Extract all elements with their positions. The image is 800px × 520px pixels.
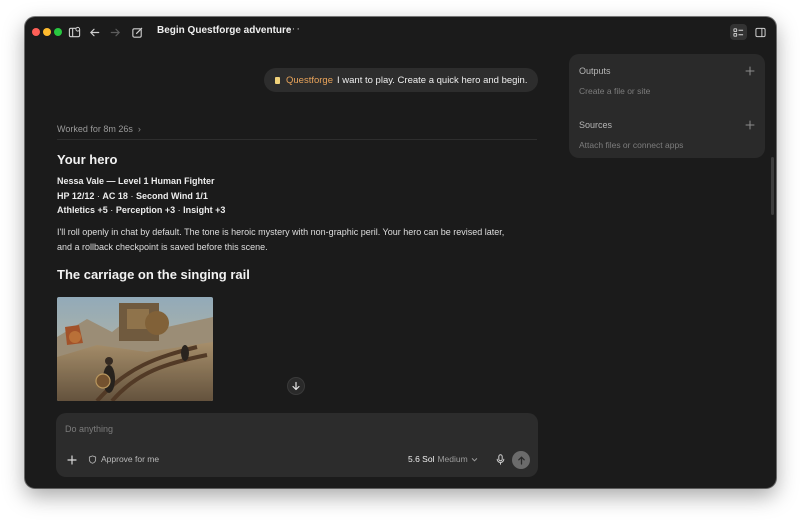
sources-heading: Sources bbox=[579, 120, 613, 130]
approval-mode-button[interactable]: Approve for me bbox=[88, 454, 159, 464]
add-attachment-button[interactable] bbox=[66, 454, 78, 466]
arrow-up-icon bbox=[517, 456, 525, 465]
approval-mode-label: Approve for me bbox=[101, 454, 160, 464]
worked-duration-label: Worked for 8m 26s bbox=[57, 124, 133, 134]
chevron-down-icon bbox=[471, 457, 477, 461]
zoom-window-button[interactable] bbox=[54, 28, 62, 36]
rules-paragraph-line: I'll roll openly in chat by default. The… bbox=[57, 227, 505, 237]
microphone-button[interactable] bbox=[494, 453, 506, 466]
panel-toggle-icon[interactable] bbox=[752, 24, 769, 40]
shield-icon bbox=[88, 454, 97, 464]
forward-arrow-icon[interactable] bbox=[108, 25, 122, 39]
rules-paragraph-line: and a rollback checkpoint is saved befor… bbox=[57, 242, 268, 252]
rules-paragraph: I'll roll openly in chat by default. The… bbox=[57, 225, 543, 255]
plus-icon bbox=[67, 455, 77, 465]
hero-summary: Nessa Vale — Level 1 Human Fighter bbox=[57, 176, 215, 186]
outputs-heading: Outputs bbox=[579, 66, 611, 76]
hero-perception: Perception +3 bbox=[115, 205, 176, 215]
hero-ac: AC 18 bbox=[102, 191, 128, 201]
add-source-button[interactable] bbox=[745, 120, 755, 130]
hero-insight: Insight +3 bbox=[183, 205, 226, 215]
hero-heading: Your hero bbox=[57, 152, 118, 167]
plus-icon bbox=[745, 120, 755, 130]
close-window-button[interactable] bbox=[32, 28, 40, 36]
window-title: Begin Questforge adventure bbox=[157, 25, 292, 36]
outputs-hint[interactable]: Create a file or site bbox=[579, 86, 650, 96]
user-message-bubble: Questforge I want to play. Create a quic… bbox=[264, 68, 538, 92]
separator: · bbox=[110, 205, 114, 215]
app-window: Begin Questforge adventure ··· Questforg… bbox=[25, 17, 776, 488]
user-message-text: I want to play. Create a quick hero and … bbox=[337, 74, 528, 86]
hero-stats-line: HP 12/12 · AC 18 · Second Wind 1/1 bbox=[57, 191, 208, 201]
hero-hp: HP 12/12 bbox=[57, 191, 95, 201]
prompt-input[interactable] bbox=[65, 421, 525, 437]
title-bar: Begin Questforge adventure ··· bbox=[25, 17, 776, 47]
scroll-to-bottom-button[interactable] bbox=[287, 377, 305, 395]
model-name: 5.6 Sol bbox=[408, 454, 435, 464]
vertical-scrollbar[interactable] bbox=[771, 157, 774, 215]
divider bbox=[57, 139, 537, 140]
microphone-icon bbox=[496, 454, 504, 465]
model-effort: Medium bbox=[437, 454, 468, 464]
more-options-button[interactable]: ··· bbox=[287, 23, 301, 35]
arrow-down-icon bbox=[292, 381, 300, 391]
separator: · bbox=[130, 191, 134, 201]
send-button[interactable] bbox=[512, 451, 530, 469]
hero-second-wind: Second Wind 1/1 bbox=[135, 191, 208, 201]
worked-duration-toggle[interactable]: Worked for 8m 26s › bbox=[57, 124, 141, 134]
chevron-right-icon: › bbox=[137, 124, 141, 134]
app-tag[interactable]: Questforge bbox=[286, 75, 333, 86]
list-view-icon[interactable] bbox=[730, 24, 747, 40]
plus-icon bbox=[745, 66, 755, 76]
hero-skills-line: Athletics +5 · Perception +3 · Insight +… bbox=[57, 205, 225, 215]
hero-athletics: Athletics +5 bbox=[57, 205, 108, 215]
sidebar-toggle-icon[interactable] bbox=[67, 25, 81, 39]
hero-name-class: Nessa Vale — Level 1 Human Fighter bbox=[57, 176, 215, 186]
composer: Approve for me 5.6 Sol Medium bbox=[56, 413, 538, 477]
minimize-window-button[interactable] bbox=[43, 28, 51, 36]
add-output-button[interactable] bbox=[745, 66, 755, 76]
scene-heading: The carriage on the singing rail bbox=[57, 267, 250, 282]
new-chat-icon[interactable] bbox=[130, 25, 144, 39]
scene-illustration[interactable] bbox=[57, 297, 213, 401]
model-selector[interactable]: 5.6 Sol Medium bbox=[408, 454, 478, 464]
back-arrow-icon[interactable] bbox=[87, 25, 101, 39]
separator: · bbox=[96, 191, 100, 201]
app-chip-icon bbox=[275, 76, 280, 84]
separator: · bbox=[177, 205, 181, 215]
context-side-panel: Outputs Create a file or site Sources At… bbox=[569, 54, 765, 158]
sources-hint[interactable]: Attach files or connect apps bbox=[579, 140, 683, 150]
